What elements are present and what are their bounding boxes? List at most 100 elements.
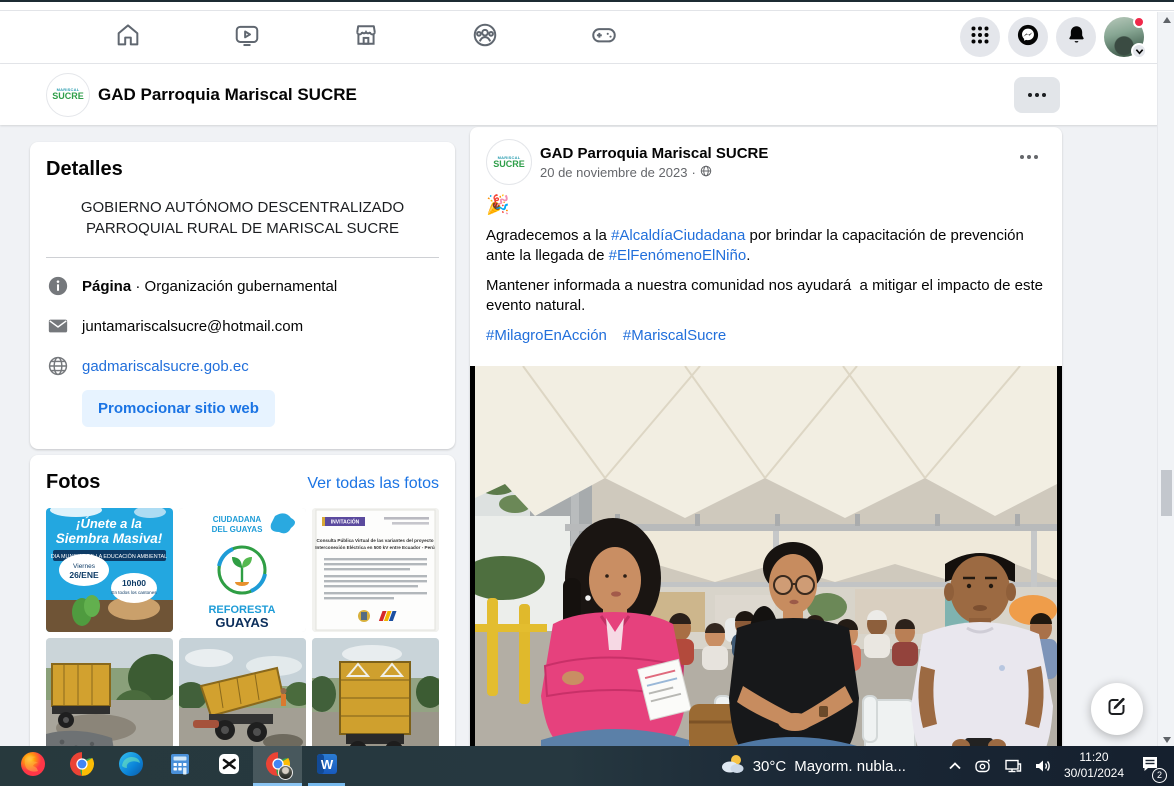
svg-text:Interconexión Eléctrica en 500: Interconexión Eléctrica en 500 kV entre … bbox=[315, 545, 435, 550]
svg-text:CIUDADANA: CIUDADANA bbox=[213, 515, 262, 524]
word-taskbar-button[interactable]: W bbox=[302, 746, 351, 786]
photo-grid: ¡Únete a la Siembra Masiva! DIA MUNDIAL … bbox=[46, 508, 439, 762]
facebook-top-nav bbox=[0, 11, 1174, 64]
post-more-button[interactable] bbox=[1014, 149, 1044, 165]
svg-text:Viernes: Viernes bbox=[73, 563, 96, 570]
action-center-button[interactable]: 2 bbox=[1140, 755, 1160, 778]
svg-text:DEL GUAYAS: DEL GUAYAS bbox=[212, 525, 264, 534]
tray-network-icon[interactable] bbox=[1004, 758, 1022, 774]
photo-thumb-invitacion-document[interactable]: INVITACIÓN Consulta Pública Virtual de l… bbox=[312, 508, 439, 632]
page-more-button[interactable] bbox=[1014, 77, 1060, 113]
svg-text:GUAYAS: GUAYAS bbox=[215, 615, 269, 630]
taskbar-clock[interactable]: 11:20 30/01/2024 bbox=[1064, 750, 1124, 781]
info-icon bbox=[46, 274, 70, 298]
groups-icon bbox=[471, 21, 499, 54]
edge-taskbar-button[interactable] bbox=[106, 746, 155, 786]
nav-tab-home[interactable] bbox=[68, 11, 187, 64]
page-website-link[interactable]: gadmariscalsucre.gob.ec bbox=[82, 358, 249, 375]
desktop-screen: MARISCAL SUCRE GAD Parroquia Mariscal SU… bbox=[0, 0, 1174, 786]
post-card: MARISCAL SUCRE GAD Parroquia Mariscal SU… bbox=[470, 127, 1062, 786]
post-author-name[interactable]: GAD Parroquia Mariscal SUCRE bbox=[540, 145, 768, 162]
firefox-icon bbox=[20, 751, 46, 782]
page-content: Detalles GOBIERNO AUTÓNOMO DESCENTRALIZA… bbox=[0, 126, 1174, 786]
browser-scrollbar[interactable] bbox=[1157, 12, 1174, 748]
page-type-label: Página bbox=[82, 278, 131, 295]
nav-tab-gaming[interactable] bbox=[544, 11, 663, 64]
chevron-down-icon bbox=[1131, 43, 1147, 59]
svg-text:En todos los cantones: En todos los cantones bbox=[111, 590, 157, 595]
capcut-icon bbox=[217, 752, 241, 781]
page-email: juntamariscalsucre@hotmail.com bbox=[82, 318, 303, 335]
svg-text:W: W bbox=[320, 757, 333, 772]
tray-cast-icon[interactable] bbox=[974, 758, 992, 774]
nav-right-actions bbox=[960, 17, 1144, 57]
svg-text:Siembra Masiva!: Siembra Masiva! bbox=[56, 531, 163, 546]
marketplace-icon bbox=[352, 21, 380, 54]
svg-text:26/ENE: 26/ENE bbox=[69, 570, 99, 580]
taskbar-tray: 30°C Mayorm. nubla... 11:20 30/01/2024 bbox=[719, 750, 1174, 781]
hashtag-alcaldia[interactable]: #AlcaldíaCiudadana bbox=[611, 227, 745, 244]
messenger-button[interactable] bbox=[1008, 17, 1048, 57]
page-title: GAD Parroquia Mariscal SUCRE bbox=[98, 85, 357, 105]
post-paragraph-2: Mantener informada a nuestra comunidad n… bbox=[486, 276, 1046, 316]
watch-icon bbox=[233, 21, 261, 54]
see-all-photos-link[interactable]: Ver todas las fotos bbox=[307, 475, 439, 493]
photo-thumb-reforesta-poster[interactable]: CIUDADANA DEL GUAYAS REFORESTA GUAYAS bbox=[179, 508, 306, 632]
page-type-value: Organización gubernamental bbox=[145, 278, 338, 295]
scrollbar-thumb[interactable] bbox=[1161, 470, 1172, 516]
svg-text:¡Únete a la: ¡Únete a la bbox=[76, 516, 142, 531]
calculator-taskbar-button[interactable] bbox=[155, 746, 204, 786]
chrome-active-taskbar-button[interactable] bbox=[253, 746, 302, 786]
details-title: Detalles bbox=[46, 158, 439, 181]
privacy-globe-icon bbox=[700, 165, 712, 180]
promote-website-button[interactable]: Promocionar sitio web bbox=[82, 390, 275, 427]
details-row-page-type: Página · Organización gubernamental bbox=[46, 274, 439, 298]
post-date[interactable]: 20 de noviembre de 2023 · bbox=[540, 165, 768, 180]
post-author-avatar[interactable]: MARISCAL SUCRE bbox=[486, 139, 532, 185]
weather-cloud-sun-icon bbox=[719, 753, 745, 780]
clock-date: 30/01/2024 bbox=[1064, 766, 1124, 782]
taskbar-apps: W bbox=[8, 746, 351, 786]
divider bbox=[46, 257, 439, 258]
weather-widget[interactable]: 30°C Mayorm. nubla... bbox=[719, 753, 906, 780]
hashtag-milagro[interactable]: #MilagroEnAcción bbox=[486, 327, 607, 344]
weather-condition: Mayorm. nubla... bbox=[794, 758, 906, 775]
nav-tab-marketplace[interactable] bbox=[306, 11, 425, 64]
compose-fab-button[interactable] bbox=[1091, 683, 1143, 735]
notification-red-dot bbox=[1133, 16, 1145, 28]
tray-volume-icon[interactable] bbox=[1034, 758, 1052, 774]
capcut-taskbar-button[interactable] bbox=[204, 746, 253, 786]
post-header: MARISCAL SUCRE GAD Parroquia Mariscal SU… bbox=[470, 127, 1062, 185]
tray-chevron-up-icon[interactable] bbox=[948, 761, 962, 771]
page-logo-avatar[interactable]: MARISCAL SUCRE bbox=[46, 73, 90, 117]
messenger-icon bbox=[1017, 24, 1039, 51]
notifications-button[interactable] bbox=[1056, 17, 1096, 57]
chrome-taskbar-button[interactable] bbox=[57, 746, 106, 786]
nav-tab-groups[interactable] bbox=[425, 11, 544, 64]
hashtag-fenomeno[interactable]: #ElFenómenoElNiño bbox=[609, 247, 747, 264]
post-hashtags-line: #MilagroEnAcción #MariscalSucre bbox=[486, 326, 1046, 346]
apps-grid-button[interactable] bbox=[960, 17, 1000, 57]
account-avatar[interactable] bbox=[1104, 17, 1144, 57]
details-description: GOBIERNO AUTÓNOMO DESCENTRALIZADO PARROQ… bbox=[46, 197, 439, 239]
more-dots-icon bbox=[1028, 93, 1032, 97]
nav-tab-watch[interactable] bbox=[187, 11, 306, 64]
photo-thumb-truck-rear[interactable] bbox=[312, 638, 439, 762]
photo-thumb-siembra-poster[interactable]: ¡Únete a la Siembra Masiva! DIA MUNDIAL … bbox=[46, 508, 173, 632]
photo-thumb-truck-dumping[interactable] bbox=[179, 638, 306, 762]
details-row-email: juntamariscalsucre@hotmail.com bbox=[46, 314, 439, 338]
hashtag-mariscal[interactable]: #MariscalSucre bbox=[623, 327, 726, 344]
chrome-profile-avatar bbox=[278, 765, 293, 780]
photo-thumb-truck-gravel[interactable] bbox=[46, 638, 173, 762]
svg-text:Consulta Pública Virtual de la: Consulta Pública Virtual de las variante… bbox=[316, 538, 433, 543]
firefox-taskbar-button[interactable] bbox=[8, 746, 57, 786]
scrollbar-up-arrow[interactable] bbox=[1158, 12, 1174, 28]
weather-temperature: 30°C bbox=[753, 758, 787, 775]
photos-card: Fotos Ver todas las fotos ¡Únete a la Si… bbox=[30, 455, 455, 786]
post-photo[interactable] bbox=[470, 366, 1062, 756]
details-card: Detalles GOBIERNO AUTÓNOMO DESCENTRALIZA… bbox=[30, 142, 455, 449]
page-header: MARISCAL SUCRE GAD Parroquia Mariscal SU… bbox=[0, 64, 1174, 125]
post-paragraph-1: Agradecemos a la #AlcaldíaCiudadana por … bbox=[486, 226, 1046, 266]
calculator-icon bbox=[168, 752, 192, 781]
clock-time: 11:20 bbox=[1064, 750, 1124, 766]
